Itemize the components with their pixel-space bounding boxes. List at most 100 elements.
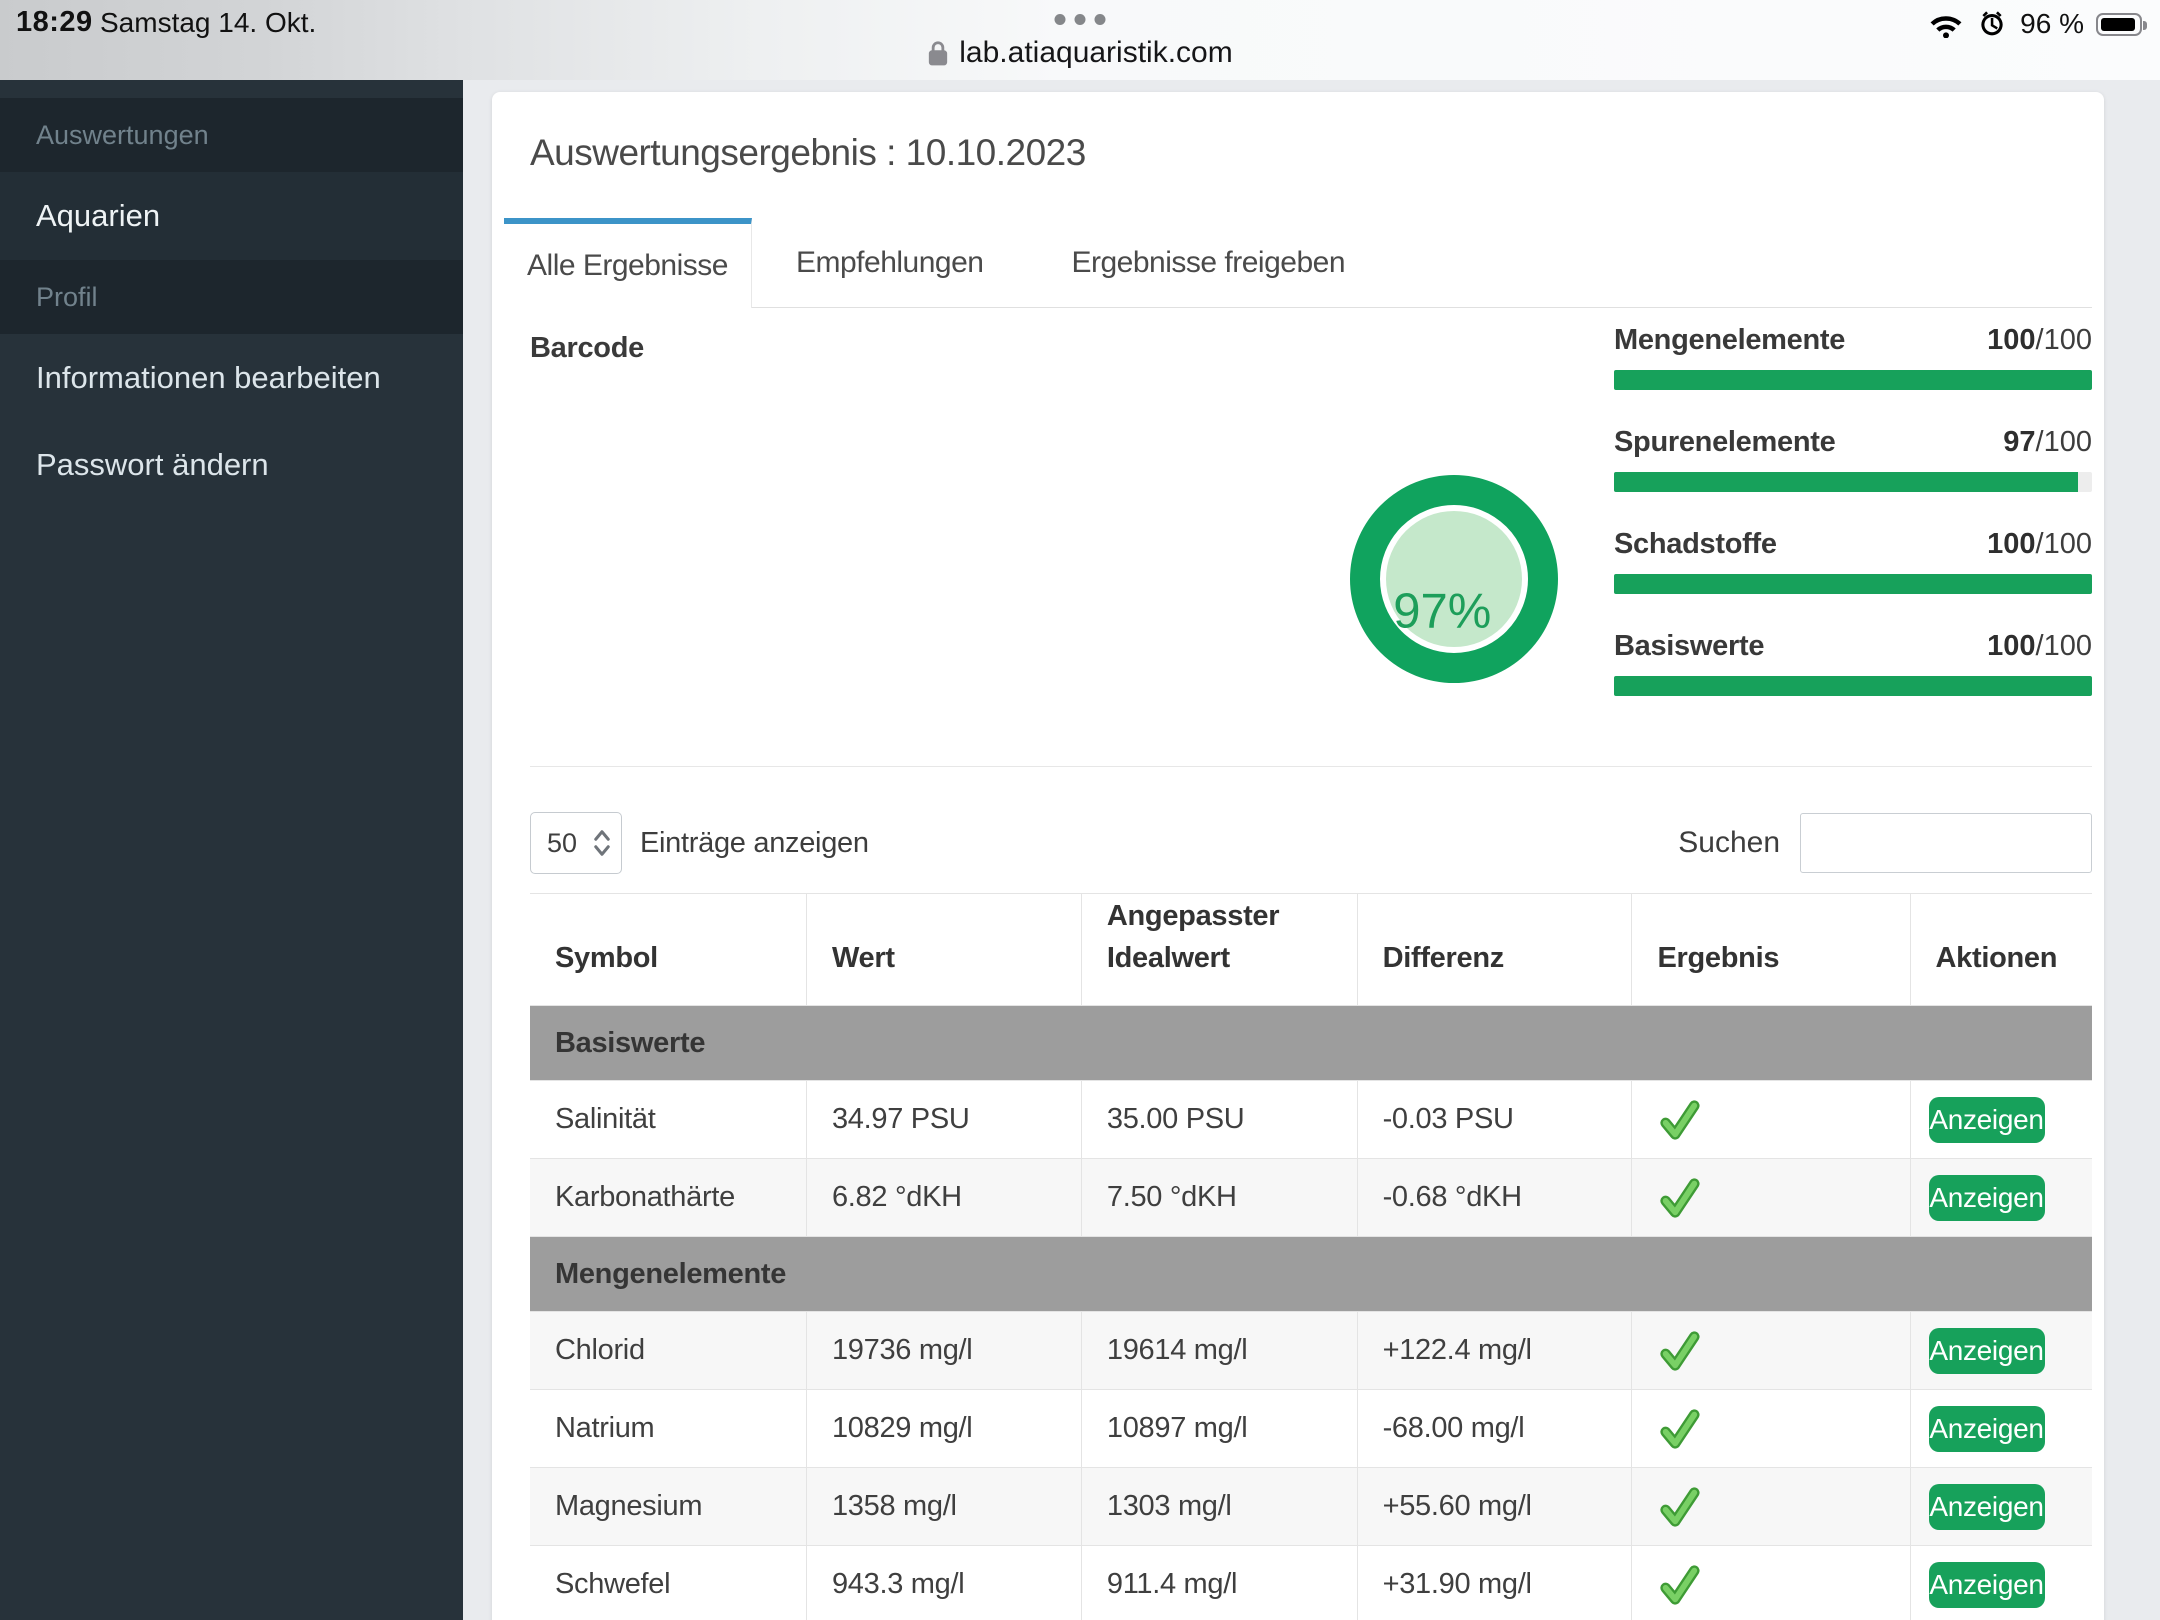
url-domain: lab.atiaquaristik.com xyxy=(959,36,1232,70)
ideal-cell: 10897 mg/l xyxy=(1081,1390,1357,1468)
browser-chrome: 18:29 Samstag 14. Okt. 96 % lab.atiaquar… xyxy=(0,0,2160,80)
score-label: Basiswerte xyxy=(1614,630,1764,663)
tab-bar: Alle Ergebnisse Empfehlungen Ergebnisse … xyxy=(504,218,2092,308)
wert-cell: 1358 mg/l xyxy=(806,1468,1081,1546)
ergebnis-cell xyxy=(1632,1468,1910,1546)
column-header-ergebnis[interactable]: Ergebnis xyxy=(1632,894,1910,1006)
sidebar-item-aquarien[interactable]: Aquarien xyxy=(0,172,463,260)
ergebnis-cell xyxy=(1632,1312,1910,1390)
sidebar-group-header-auswertungen: Auswertungen xyxy=(0,98,463,172)
page-size-value: 50 xyxy=(547,828,577,859)
sidebar-group-header-profil: Profil xyxy=(0,260,463,334)
anzeigen-button[interactable]: Anzeigen xyxy=(1929,1562,2045,1608)
score-value: 100/100 xyxy=(1987,528,2092,561)
wert-cell: 10829 mg/l xyxy=(806,1390,1081,1468)
table-controls: 50 Einträge anzeigen Suchen xyxy=(530,812,2092,874)
summary-section: Barcode 97% Mengenelemente 100/100 xyxy=(530,308,2092,767)
score-gauge: 97% xyxy=(1350,475,1558,683)
diff-cell: -68.00 mg/l xyxy=(1357,1390,1632,1468)
check-icon xyxy=(1657,1098,1701,1142)
check-icon xyxy=(1657,1329,1701,1373)
score-label: Schadstoffe xyxy=(1614,528,1777,561)
table-row-natrium: Natrium 10829 mg/l 10897 mg/l -68.00 mg/… xyxy=(530,1390,2092,1468)
anzeigen-button[interactable]: Anzeigen xyxy=(1929,1406,2045,1452)
check-icon xyxy=(1657,1407,1701,1451)
table-row-karbonathaerte: Karbonathärte 6.82 °dKH 7.50 °dKH -0.68 … xyxy=(530,1159,2092,1237)
progress-bar xyxy=(1614,574,2092,594)
table-header-row: Symbol Wert Angepasster Idealwert Differ… xyxy=(530,894,2092,1006)
search-input[interactable] xyxy=(1800,813,2092,873)
page-title: Auswertungsergebnis : 10.10.2023 xyxy=(530,132,2092,174)
symbol-cell: Natrium xyxy=(530,1390,806,1468)
sidebar-item-passwort-aendern[interactable]: Passwort ändern xyxy=(0,421,463,508)
wert-cell: 6.82 °dKH xyxy=(806,1159,1081,1237)
symbol-cell: Chlorid xyxy=(530,1312,806,1390)
score-list: Mengenelemente 100/100 Spurenelemente 97… xyxy=(1614,324,2092,732)
anzeigen-button[interactable]: Anzeigen xyxy=(1929,1175,2045,1221)
section-row-basiswerte: Basiswerte xyxy=(530,1006,2092,1081)
check-icon xyxy=(1657,1485,1701,1529)
ideal-cell: 911.4 mg/l xyxy=(1081,1546,1357,1620)
ellipsis-icon[interactable] xyxy=(1055,14,1106,25)
search-label: Suchen xyxy=(1678,826,1780,860)
progress-fill xyxy=(1614,472,2078,492)
score-value: 100/100 xyxy=(1987,630,2092,663)
diff-cell: +55.60 mg/l xyxy=(1357,1468,1632,1546)
diff-cell: +122.4 mg/l xyxy=(1357,1312,1632,1390)
score-label: Mengenelemente xyxy=(1614,324,1845,357)
symbol-cell: Salinität xyxy=(530,1081,806,1159)
score-value: 100/100 xyxy=(1987,324,2092,357)
wert-cell: 943.3 mg/l xyxy=(806,1546,1081,1620)
tab-alle-ergebnisse[interactable]: Alle Ergebnisse xyxy=(504,218,752,308)
main-area: Auswertungsergebnis : 10.10.2023 Alle Er… xyxy=(463,80,2160,1620)
symbol-cell: Karbonathärte xyxy=(530,1159,806,1237)
anzeigen-button[interactable]: Anzeigen xyxy=(1929,1328,2045,1374)
barcode-label: Barcode xyxy=(530,332,644,365)
progress-bar xyxy=(1614,370,2092,390)
diff-cell: -0.68 °dKH xyxy=(1357,1159,1632,1237)
wifi-icon xyxy=(1928,10,1964,38)
check-icon xyxy=(1657,1176,1701,1220)
check-icon xyxy=(1657,1563,1701,1607)
ideal-cell: 1303 mg/l xyxy=(1081,1468,1357,1546)
column-header-differenz[interactable]: Differenz xyxy=(1357,894,1632,1006)
clock-time: 18:29 xyxy=(16,6,93,39)
tab-empfehlungen[interactable]: Empfehlungen xyxy=(752,218,1027,307)
score-label: Spurenelemente xyxy=(1614,426,1835,459)
ergebnis-cell xyxy=(1632,1081,1910,1159)
tab-ergebnisse-freigeben[interactable]: Ergebnisse freigeben xyxy=(1027,218,1389,307)
content-card: Auswertungsergebnis : 10.10.2023 Alle Er… xyxy=(492,92,2104,1620)
column-header-idealwert[interactable]: Angepasster Idealwert xyxy=(1081,894,1357,1006)
gauge-percent: 97% xyxy=(1393,583,1491,639)
battery-icon xyxy=(2096,13,2142,36)
progress-fill xyxy=(1614,574,2092,594)
clock-date: Samstag 14. Okt. xyxy=(100,7,316,39)
ergebnis-cell xyxy=(1632,1546,1910,1620)
page-size-select[interactable]: 50 xyxy=(530,812,622,874)
ergebnis-cell xyxy=(1632,1159,1910,1237)
progress-bar xyxy=(1614,472,2092,492)
screen: 18:29 Samstag 14. Okt. 96 % lab.atiaquar… xyxy=(0,0,2160,1620)
column-header-wert[interactable]: Wert xyxy=(806,894,1081,1006)
entries-label: Einträge anzeigen xyxy=(640,827,869,860)
diff-cell: +31.90 mg/l xyxy=(1357,1546,1632,1620)
column-header-symbol[interactable]: Symbol xyxy=(530,894,806,1006)
table-row-chlorid: Chlorid 19736 mg/l 19614 mg/l +122.4 mg/… xyxy=(530,1312,2092,1390)
ideal-cell: 19614 mg/l xyxy=(1081,1312,1357,1390)
score-row: Basiswerte 100/100 xyxy=(1614,630,2092,696)
table-row-magnesium: Magnesium 1358 mg/l 1303 mg/l +55.60 mg/… xyxy=(530,1468,2092,1546)
lock-icon xyxy=(927,39,949,67)
column-header-aktionen: Aktionen xyxy=(1910,894,2092,1006)
progress-fill xyxy=(1614,676,2092,696)
anzeigen-button[interactable]: Anzeigen xyxy=(1929,1097,2045,1143)
ideal-cell: 35.00 PSU xyxy=(1081,1081,1357,1159)
diff-cell: -0.03 PSU xyxy=(1357,1081,1632,1159)
sidebar-item-informationen-bearbeiten[interactable]: Informationen bearbeiten xyxy=(0,334,463,421)
anzeigen-button[interactable]: Anzeigen xyxy=(1929,1484,2045,1530)
score-row: Mengenelemente 100/100 xyxy=(1614,324,2092,390)
url-bar[interactable]: lab.atiaquaristik.com xyxy=(0,36,2160,70)
wert-cell: 19736 mg/l xyxy=(806,1312,1081,1390)
stepper-icon xyxy=(593,828,611,858)
table-row-schwefel: Schwefel 943.3 mg/l 911.4 mg/l +31.90 mg… xyxy=(530,1546,2092,1620)
ideal-cell: 7.50 °dKH xyxy=(1081,1159,1357,1237)
